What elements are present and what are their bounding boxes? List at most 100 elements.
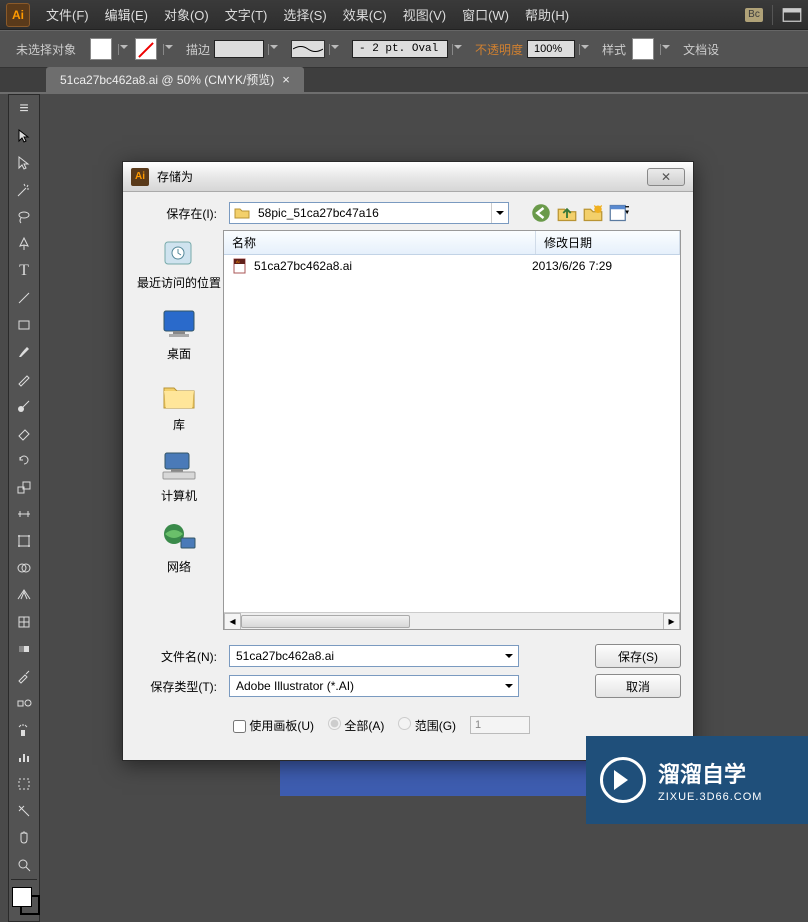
close-button[interactable]: ✕ bbox=[647, 168, 685, 186]
menu-file[interactable]: 文件(F) bbox=[38, 5, 97, 24]
menu-effect[interactable]: 效果(C) bbox=[335, 5, 395, 24]
blob-brush-tool[interactable] bbox=[9, 392, 39, 419]
fill-chip[interactable] bbox=[12, 887, 32, 907]
rectangle-tool[interactable] bbox=[9, 311, 39, 338]
brush-preset-input[interactable] bbox=[352, 40, 448, 58]
gradient-tool[interactable] bbox=[9, 635, 39, 662]
stroke-label: 描边 bbox=[186, 41, 210, 58]
grip-icon[interactable]: ≡ bbox=[9, 95, 39, 122]
menu-object[interactable]: 对象(O) bbox=[156, 5, 217, 24]
stroke-weight-dropdown[interactable] bbox=[268, 44, 279, 55]
workspace-icon[interactable] bbox=[782, 5, 802, 25]
column-graph-tool[interactable] bbox=[9, 743, 39, 770]
lasso-tool[interactable] bbox=[9, 203, 39, 230]
place-libraries[interactable]: 库 bbox=[159, 378, 199, 433]
scale-tool[interactable] bbox=[9, 473, 39, 500]
menu-select[interactable]: 选择(S) bbox=[275, 5, 334, 24]
width-tool[interactable] bbox=[9, 500, 39, 527]
column-name[interactable]: 名称 bbox=[224, 231, 536, 254]
save-button[interactable]: 保存(S) bbox=[595, 644, 681, 668]
file-date: 2013/6/26 7:29 bbox=[532, 259, 672, 273]
brush-dropdown[interactable] bbox=[452, 44, 463, 55]
column-date[interactable]: 修改日期 bbox=[536, 231, 680, 254]
line-tool[interactable] bbox=[9, 284, 39, 311]
range-input[interactable] bbox=[470, 716, 530, 734]
file-row[interactable]: Ai 51ca27bc462a8.ai 2013/6/26 7:29 bbox=[224, 255, 680, 277]
menu-edit[interactable]: 编辑(E) bbox=[97, 5, 156, 24]
magic-wand-tool[interactable] bbox=[9, 176, 39, 203]
slice-tool[interactable] bbox=[9, 797, 39, 824]
tool-panel: ≡ T bbox=[8, 94, 40, 922]
horizontal-scrollbar[interactable]: ◂ ▸ bbox=[224, 612, 680, 629]
doc-setup-button[interactable]: 文档设 bbox=[677, 41, 725, 58]
fill-swatch[interactable] bbox=[90, 38, 112, 60]
chevron-down-icon[interactable] bbox=[501, 646, 517, 666]
free-transform-tool[interactable] bbox=[9, 527, 39, 554]
new-folder-icon[interactable] bbox=[583, 203, 603, 223]
save-in-input[interactable] bbox=[254, 206, 491, 220]
artboard-tool[interactable] bbox=[9, 770, 39, 797]
place-computer[interactable]: 计算机 bbox=[159, 449, 199, 504]
filename-field[interactable] bbox=[229, 645, 519, 667]
stroke-weight-input[interactable] bbox=[214, 40, 264, 58]
use-artboards-checkbox[interactable]: 使用画板(U) bbox=[233, 717, 314, 734]
hand-tool[interactable] bbox=[9, 824, 39, 851]
zoom-tool[interactable] bbox=[9, 851, 39, 878]
direct-selection-tool[interactable] bbox=[9, 149, 39, 176]
chevron-down-icon[interactable] bbox=[491, 203, 508, 223]
places-bar: 最近访问的位置 桌面 库 计算机 网络 bbox=[135, 230, 223, 630]
bridge-icon[interactable]: Bc bbox=[745, 8, 763, 22]
chevron-down-icon[interactable] bbox=[501, 676, 517, 696]
save-in-combo[interactable] bbox=[229, 202, 509, 224]
fill-stroke-control[interactable] bbox=[9, 881, 39, 921]
menu-view[interactable]: 视图(V) bbox=[395, 5, 454, 24]
range-custom-radio[interactable]: 范围(G) bbox=[398, 717, 456, 734]
opacity-dropdown[interactable] bbox=[579, 44, 590, 55]
range-all-label: 全部(A) bbox=[344, 719, 384, 733]
fill-dropdown[interactable] bbox=[118, 44, 129, 55]
place-network[interactable]: 网络 bbox=[159, 520, 199, 575]
selection-tool[interactable] bbox=[9, 122, 39, 149]
style-swatch[interactable] bbox=[632, 38, 654, 60]
stroke-dropdown[interactable] bbox=[163, 44, 174, 55]
pencil-tool[interactable] bbox=[9, 365, 39, 392]
pen-tool[interactable] bbox=[9, 230, 39, 257]
cancel-button[interactable]: 取消 bbox=[595, 674, 681, 698]
shape-builder-tool[interactable] bbox=[9, 554, 39, 581]
menu-type[interactable]: 文字(T) bbox=[217, 5, 276, 24]
profile-dropdown[interactable] bbox=[329, 44, 340, 55]
perspective-grid-tool[interactable] bbox=[9, 581, 39, 608]
use-artboards-label: 使用画板(U) bbox=[249, 719, 314, 733]
rotate-tool[interactable] bbox=[9, 446, 39, 473]
scroll-right-icon[interactable]: ▸ bbox=[663, 613, 680, 630]
up-folder-icon[interactable] bbox=[557, 203, 577, 223]
ai-file-icon: Ai bbox=[232, 258, 248, 274]
scroll-left-icon[interactable]: ◂ bbox=[224, 613, 241, 630]
blend-tool[interactable] bbox=[9, 689, 39, 716]
filetype-field[interactable] bbox=[229, 675, 519, 697]
eraser-tool[interactable] bbox=[9, 419, 39, 446]
opacity-input[interactable] bbox=[527, 40, 575, 58]
mesh-tool[interactable] bbox=[9, 608, 39, 635]
menu-bar: Ai 文件(F) 编辑(E) 对象(O) 文字(T) 选择(S) 效果(C) 视… bbox=[0, 0, 808, 30]
eyedropper-tool[interactable] bbox=[9, 662, 39, 689]
filetype-input[interactable] bbox=[236, 679, 501, 693]
paintbrush-tool[interactable] bbox=[9, 338, 39, 365]
place-desktop[interactable]: 桌面 bbox=[159, 307, 199, 362]
place-recent[interactable]: 最近访问的位置 bbox=[137, 236, 221, 291]
close-icon[interactable]: × bbox=[282, 72, 290, 87]
stroke-swatch[interactable] bbox=[135, 38, 157, 60]
symbol-sprayer-tool[interactable] bbox=[9, 716, 39, 743]
menu-help[interactable]: 帮助(H) bbox=[517, 5, 577, 24]
menu-window[interactable]: 窗口(W) bbox=[454, 5, 517, 24]
filename-input[interactable] bbox=[236, 649, 501, 663]
scroll-thumb[interactable] bbox=[241, 615, 410, 628]
document-tab[interactable]: 51ca27bc462a8.ai @ 50% (CMYK/预览) × bbox=[46, 67, 304, 92]
dialog-titlebar[interactable]: Ai 存储为 ✕ bbox=[123, 162, 693, 192]
place-network-label: 网络 bbox=[159, 558, 199, 575]
type-tool[interactable]: T bbox=[9, 257, 39, 284]
back-icon[interactable] bbox=[531, 203, 551, 223]
style-dropdown[interactable] bbox=[660, 44, 671, 55]
view-menu-icon[interactable] bbox=[609, 203, 629, 223]
range-all-radio[interactable]: 全部(A) bbox=[328, 717, 384, 734]
